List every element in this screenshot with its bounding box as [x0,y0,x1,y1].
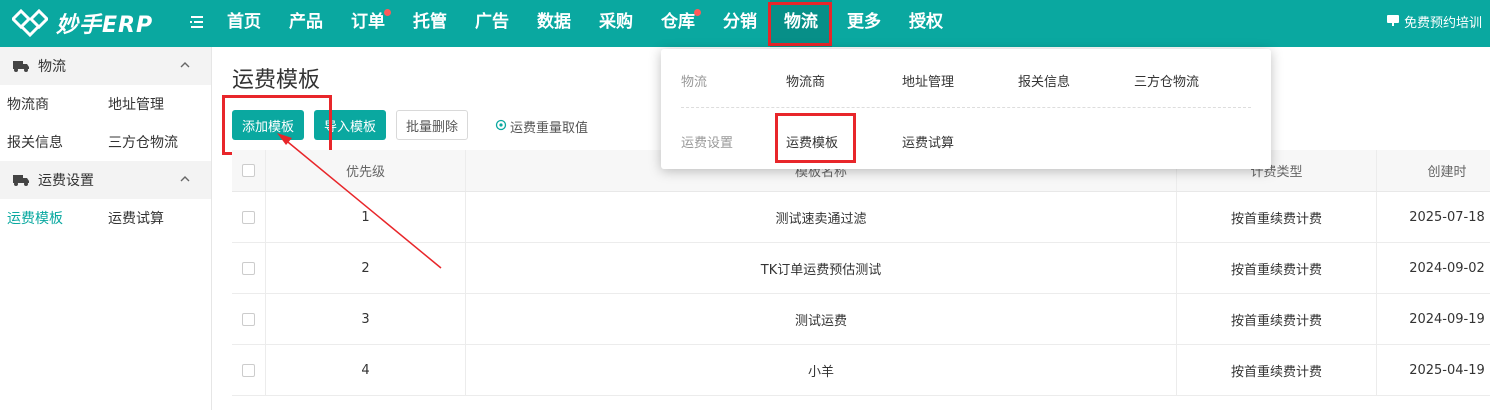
row-billing-type: 按首重续费计费 [1177,243,1377,293]
nav-logistics[interactable]: 物流 [770,0,832,47]
row-priority: 2 [266,243,466,293]
nav-warehouse[interactable]: 仓库 [661,0,701,47]
logo-diamond-icon [10,8,50,38]
row-priority: 1 [266,192,466,242]
truck-icon [12,59,30,73]
templates-table: 优先级 模板名称 计费类型 创建时 1 测试速卖通过滤 按首重续费计费 2025… [232,150,1490,396]
add-template-button[interactable]: 添加模板 [232,110,304,140]
dropdown-item-freight-calc[interactable]: 运费试算 [902,132,954,151]
row-created: 2024-09-19 [1409,311,1485,327]
dropdown-item-carriers[interactable]: 物流商 [786,71,825,90]
row-priority: 4 [266,345,466,395]
row-template-name: 小羊 [466,345,1177,395]
sidebar-row: 物流商 地址管理 [0,85,211,123]
truck-icon [12,173,30,187]
table-row[interactable]: 3 测试运费 按首重续费计费 2024-09-19 [232,294,1490,345]
header-created[interactable]: 创建时 [1377,150,1490,191]
row-template-name: 测试速卖通过滤 [466,192,1177,242]
row-priority: 3 [266,294,466,344]
row-checkbox[interactable] [242,312,255,326]
table-row[interactable]: 2 TK订单运费预估测试 按首重续费计费 2024-09-02 [232,243,1490,294]
chevron-up-icon [179,59,191,75]
row-template-name: 测试运费 [466,294,1177,344]
row-checkbox[interactable] [242,210,255,224]
dropdown-category-logistics: 物流 [681,75,708,90]
row-billing-type: 按首重续费计费 [1177,294,1377,344]
dropdown-item-address[interactable]: 地址管理 [902,71,954,90]
row-created: 2024-09-02 [1409,260,1485,276]
sidebar-row: 报关信息 三方仓物流 [0,123,211,161]
training-link[interactable]: 免费预约培训 [1386,12,1482,31]
row-created: 2025-04-19 [1409,362,1485,378]
presentation-icon [1386,13,1400,31]
sidebar-group-logistics[interactable]: 物流 [0,47,211,85]
nav-data[interactable]: 数据 [537,0,571,47]
menu-toggle-icon[interactable] [188,13,206,31]
sidebar-row: 运费模板 运费试算 [0,199,211,237]
nav-orders[interactable]: 订单 [351,0,391,47]
sidebar-item-3pl[interactable]: 三方仓物流 [108,132,178,152]
nav-distribution[interactable]: 分销 [723,0,757,47]
sidebar-item-freight-template[interactable]: 运费模板 [7,208,63,228]
nav-purchase[interactable]: 采购 [599,0,633,47]
row-billing-type: 按首重续费计费 [1177,345,1377,395]
sidebar-item-address[interactable]: 地址管理 [108,94,164,114]
notification-dot [694,9,701,16]
nav-more[interactable]: 更多 [847,0,881,47]
sidebar-item-customs[interactable]: 报关信息 [7,132,63,152]
header-priority[interactable]: 优先级 [266,150,466,191]
dropdown-item-customs[interactable]: 报关信息 [1018,71,1070,90]
nav-hosting[interactable]: 托管 [413,0,447,47]
sidebar-group-freight[interactable]: 运费设置 [0,161,211,199]
table-row[interactable]: 1 测试速卖通过滤 按首重续费计费 2025-07-18 [232,192,1490,243]
select-all-checkbox[interactable] [242,164,255,177]
header-checkbox-cell [232,150,266,191]
nav-home[interactable]: 首页 [227,0,261,47]
page-title: 运费模板 [232,68,321,93]
batch-delete-button[interactable]: 批量删除 [396,110,468,140]
import-template-button[interactable]: 导入模板 [314,110,386,140]
gear-icon [495,119,507,135]
nav-authorize[interactable]: 授权 [909,0,943,47]
logo[interactable]: 妙手ERP [10,7,154,39]
nav-ads[interactable]: 广告 [475,0,509,47]
dropdown-item-3pl[interactable]: 三方仓物流 [1134,71,1199,90]
row-billing-type: 按首重续费计费 [1177,192,1377,242]
sidebar-item-freight-calc[interactable]: 运费试算 [108,208,164,228]
dropdown-divider [681,107,1251,108]
top-nav-bar: 妙手ERP 首页 产品 订单 托管 广告 数据 采购 仓库 分销 物流 更多 授… [0,0,1490,47]
chevron-up-icon [179,173,191,189]
row-checkbox[interactable] [242,261,255,275]
logistics-dropdown-menu: 物流 物流商 地址管理 报关信息 三方仓物流 运费设置 运费模板 运费试算 [661,49,1271,169]
sidebar-item-carriers[interactable]: 物流商 [7,94,49,114]
sidebar: 物流 物流商 地址管理 报关信息 三方仓物流 运费设置 运费模板 运费试算 [0,47,212,410]
nav-products[interactable]: 产品 [289,0,323,47]
table-row[interactable]: 4 小羊 按首重续费计费 2025-04-19 [232,345,1490,396]
row-checkbox[interactable] [242,363,255,377]
sidebar-group-label: 运费设置 [38,173,94,189]
notification-dot [384,9,391,16]
row-template-name: TK订单运费预估测试 [466,243,1177,293]
sidebar-group-label: 物流 [38,59,66,75]
weight-rule-link[interactable]: 运费重量取值 [495,117,588,136]
dropdown-item-freight-template[interactable]: 运费模板 [786,132,838,151]
row-created: 2025-07-18 [1409,209,1485,225]
dropdown-category-freight: 运费设置 [681,136,734,151]
app-name: 妙手ERP [56,13,154,38]
